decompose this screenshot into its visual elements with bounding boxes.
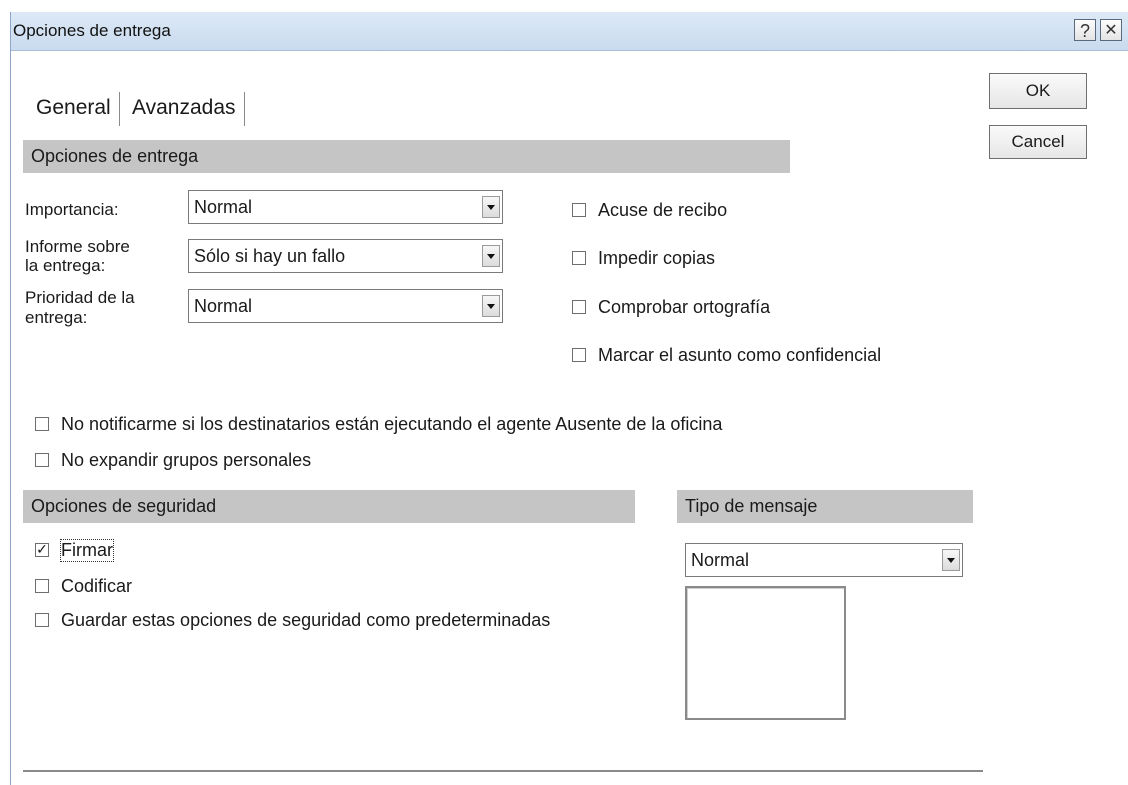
importance-label: Importancia: — [25, 200, 119, 219]
priority-label-line2: entrega: — [25, 308, 88, 327]
security-options-header: Opciones de seguridad — [23, 490, 635, 523]
save-security-defaults-label: Guardar estas opciones de seguridad como… — [61, 610, 551, 630]
tab-general-label: General — [36, 96, 111, 119]
checkbox-box[interactable] — [572, 251, 586, 265]
checkbox-box[interactable] — [35, 579, 49, 593]
checkbox-box[interactable] — [572, 300, 586, 314]
checkbox-box[interactable] — [35, 417, 49, 431]
check-icon[interactable]: ✓ — [35, 542, 49, 557]
delivery-options-header: Opciones de entrega — [23, 140, 790, 173]
report-label-line1: Informe sobre — [25, 237, 130, 256]
message-type-header: Tipo de mensaje — [677, 490, 973, 523]
checkbox-box[interactable] — [35, 613, 49, 627]
bottom-divider — [23, 770, 983, 772]
chevron-down-icon[interactable] — [482, 245, 500, 267]
chevron-down-icon[interactable] — [482, 295, 500, 317]
report-value: Sólo si hay un fallo — [194, 246, 346, 266]
message-type-value: Normal — [691, 550, 750, 570]
chevron-down-icon[interactable] — [482, 196, 500, 218]
message-type-listbox[interactable] — [685, 586, 846, 720]
close-button[interactable]: ✕ — [1100, 19, 1122, 41]
prevent-copies-label: Impedir copias — [598, 248, 716, 268]
window-title: Opciones de entrega — [13, 21, 171, 40]
chevron-down-icon[interactable] — [942, 549, 960, 571]
checkbox-box[interactable] — [35, 453, 49, 467]
tab-general[interactable]: General — [31, 92, 120, 126]
no-expand-groups-label: No expandir grupos personales — [61, 450, 312, 470]
tab-avanzadas[interactable]: Avanzadas — [127, 92, 245, 126]
read-receipt-label: Acuse de recibo — [598, 200, 728, 220]
checkbox-box[interactable] — [572, 203, 586, 217]
priority-value: Normal — [194, 296, 253, 316]
title-bar: Opciones de entrega ? ✕ — [11, 12, 1128, 51]
tab-avanzadas-label: Avanzadas — [132, 96, 236, 119]
priority-label-line1: Prioridad de la — [25, 288, 135, 307]
report-select[interactable]: Sólo si hay un fallo — [188, 239, 503, 273]
cancel-button[interactable]: Cancel — [989, 125, 1087, 159]
no-out-of-office-notify-label: No notificarme si los destinatarios está… — [61, 414, 723, 434]
checkbox-box[interactable] — [572, 348, 586, 362]
sign-label: Firmar — [60, 539, 114, 562]
ok-button[interactable]: OK — [989, 73, 1087, 109]
help-button[interactable]: ? — [1074, 19, 1096, 41]
delivery-options-dialog: Opciones de entrega ? ✕ General Avanzada… — [10, 12, 1128, 785]
report-label-line2: la entrega: — [25, 256, 106, 275]
confidential-subject-label: Marcar el asunto como confidencial — [598, 345, 882, 365]
message-type-select[interactable]: Normal — [685, 543, 963, 577]
spell-check-label: Comprobar ortografía — [598, 297, 771, 317]
priority-select[interactable]: Normal — [188, 289, 503, 323]
encode-label: Codificar — [61, 576, 133, 596]
importance-value: Normal — [194, 197, 253, 217]
importance-select[interactable]: Normal — [188, 190, 503, 224]
